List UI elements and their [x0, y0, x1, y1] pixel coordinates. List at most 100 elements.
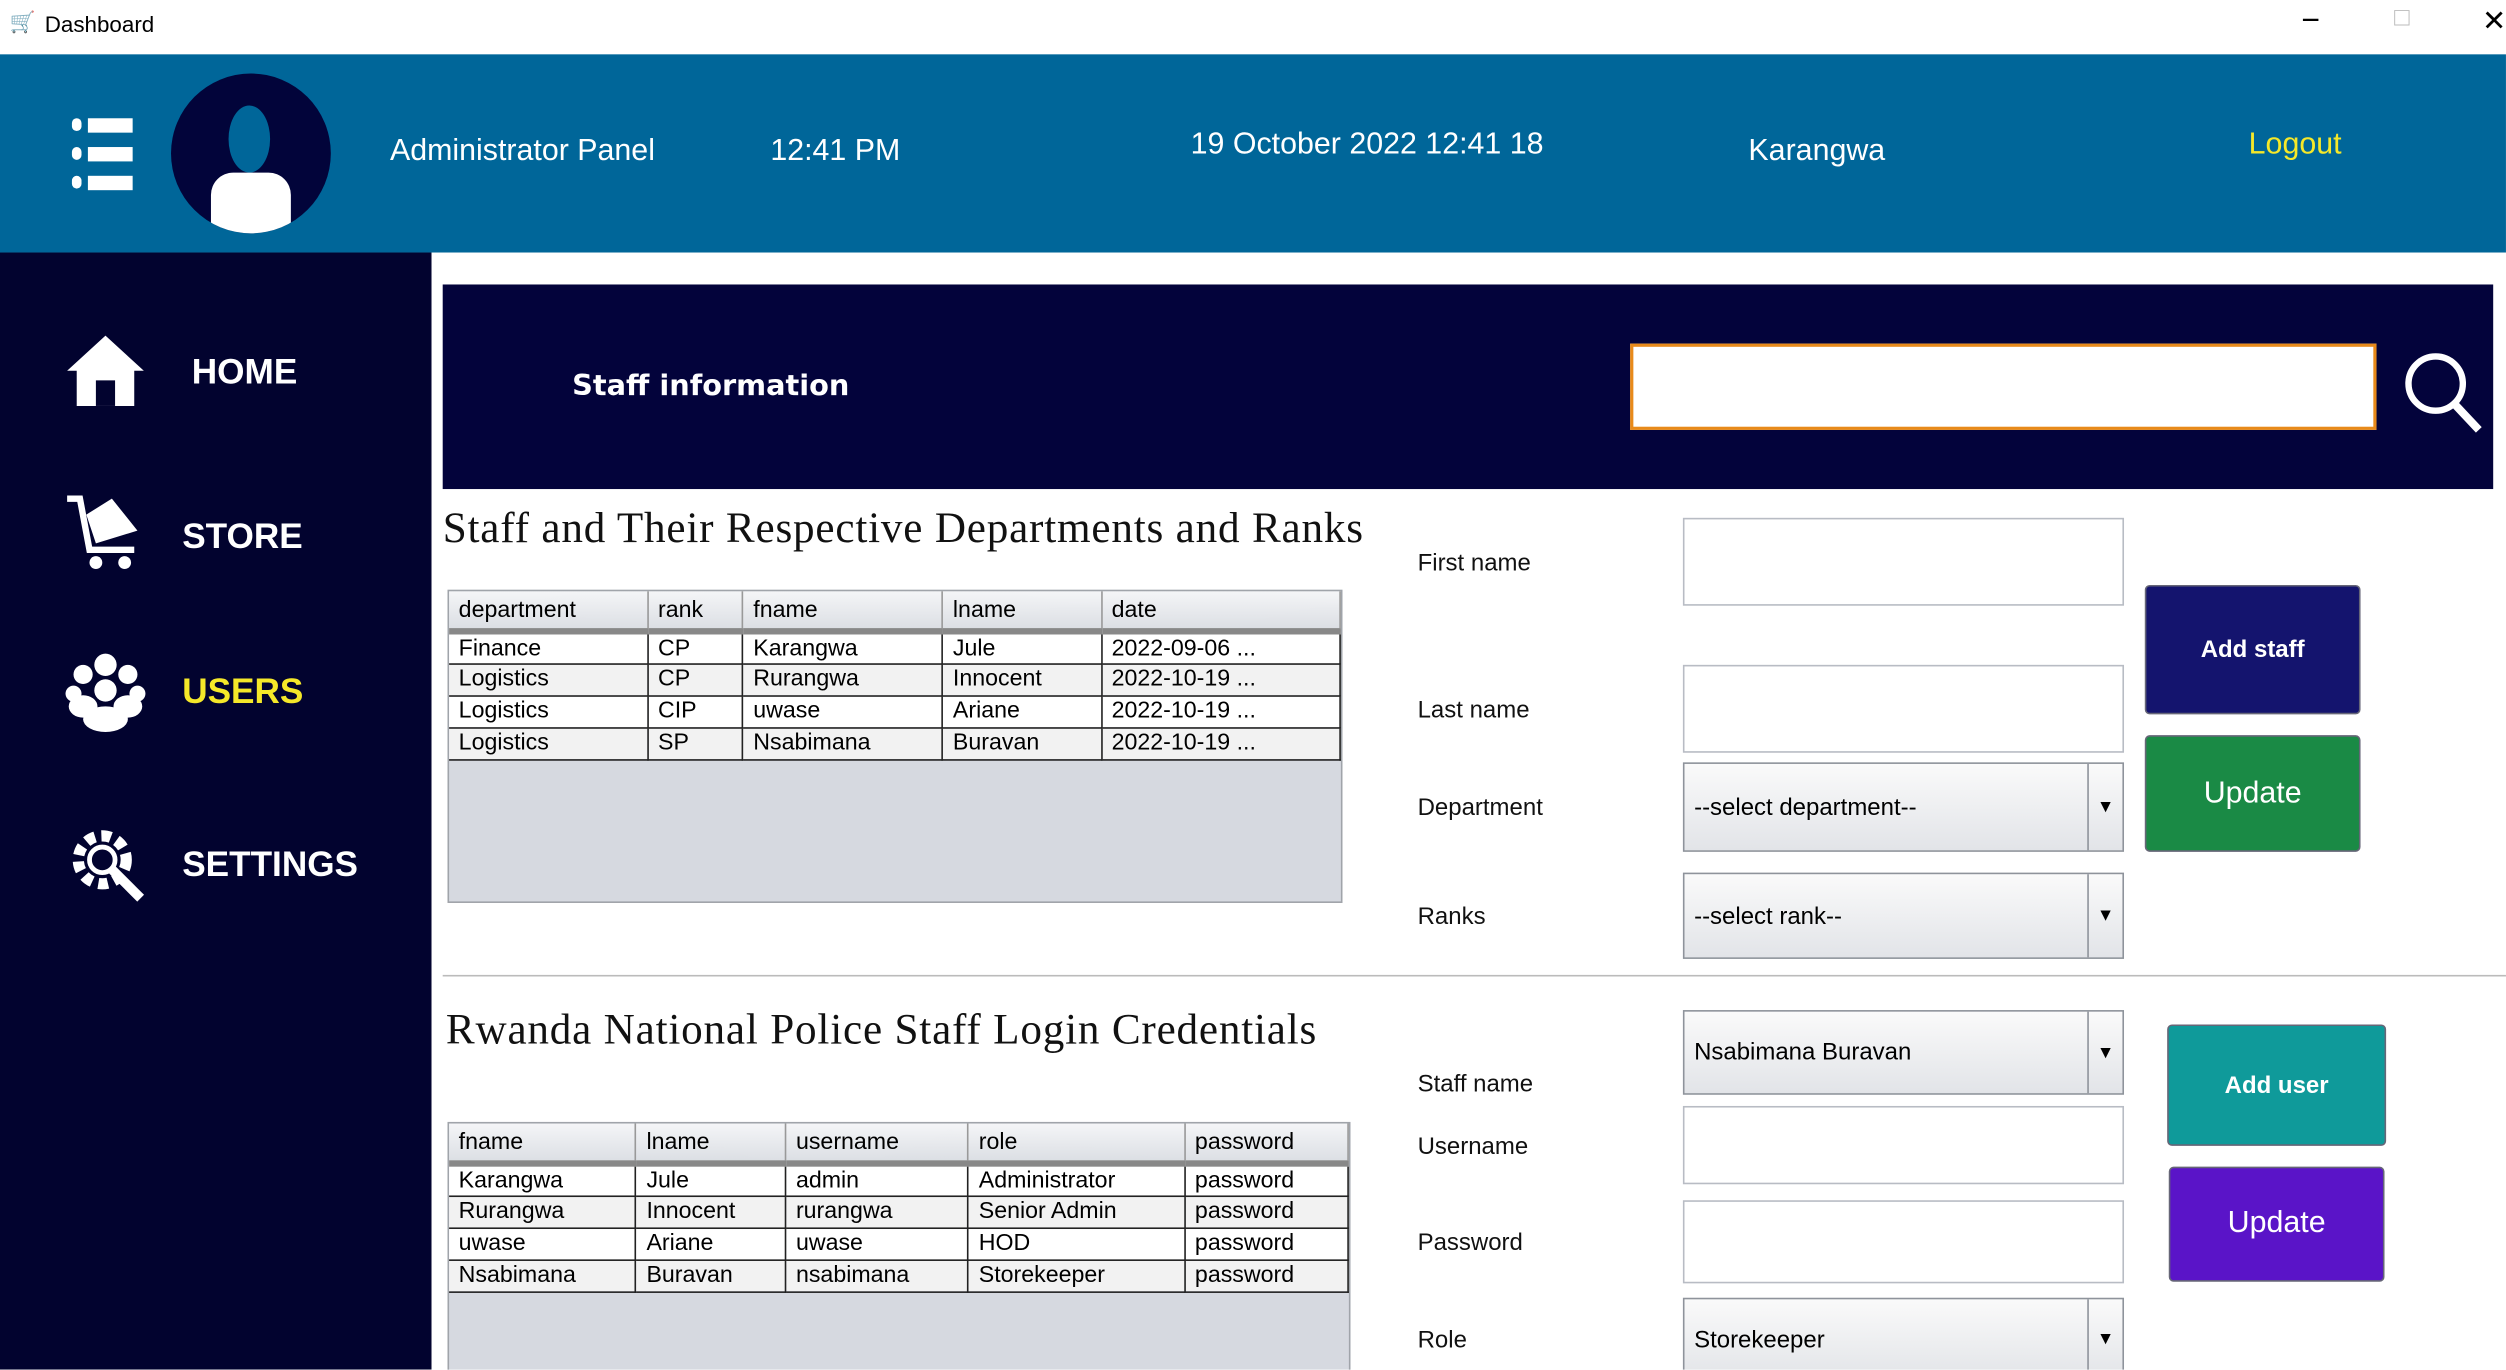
table-cell: Innocent	[942, 663, 1103, 697]
table-cell: uwase	[785, 1227, 970, 1261]
table-row[interactable]: Karangwa Jule admin Administrator password	[449, 1163, 1349, 1197]
table-row[interactable]: Rurangwa Innocent rurangwa Senior Admin pass…	[449, 1195, 1349, 1229]
menu-icon[interactable]	[71, 115, 136, 195]
ranks-label: Ranks	[1417, 902, 1486, 931]
sidebar-item-settings[interactable]: SETTINGS	[61, 821, 413, 904]
password-input[interactable]	[1682, 1200, 2125, 1284]
column-header[interactable]: date	[1101, 591, 1341, 635]
table-cell: CP	[647, 631, 744, 665]
users-icon	[65, 653, 146, 732]
credentials-table[interactable]: fname lname username role password Karangwa Ju…	[447, 1121, 1351, 1370]
staff-info-banner: Staff information	[442, 284, 2494, 490]
role-select[interactable]: Storekeeper ▼	[1682, 1297, 2125, 1370]
add-user-button[interactable]: Add user	[2167, 1024, 2387, 1146]
table-cell: password	[1184, 1259, 1349, 1293]
staff-name-value: Nsabimana Buravan	[1694, 1038, 1912, 1066]
chevron-down-icon: ▼	[2087, 763, 2122, 851]
first-name-label: First name	[1417, 549, 1531, 577]
table-cell: uwase	[742, 695, 944, 728]
username-input[interactable]	[1682, 1105, 2125, 1185]
column-header[interactable]: lname	[942, 591, 1103, 635]
table-cell: Innocent	[636, 1195, 787, 1229]
update-user-button[interactable]: Update	[2168, 1166, 2385, 1282]
date-time: 19 October 2022 12:41 18	[1190, 127, 1544, 162]
department-value: --select department--	[1694, 793, 1917, 821]
credentials-heading: Rwanda National Police Staff Login Crede…	[445, 1005, 1318, 1054]
search-input[interactable]	[1630, 343, 2377, 430]
column-header[interactable]: password	[1184, 1123, 1349, 1167]
rank-value: --select rank--	[1694, 902, 1842, 930]
title-bar: 🛒 Dashboard − □ ✕	[0, 0, 2506, 55]
department-label: Department	[1417, 794, 1543, 822]
cart-icon	[67, 495, 138, 569]
column-header[interactable]: role	[968, 1123, 1186, 1167]
sidebar: HOME STORE USERS SETTINGS	[0, 252, 432, 1370]
table-row[interactable]: Logistics CIP uwase Ariane 2022-10-19 ...	[449, 695, 1341, 728]
banner-title: Staff information	[572, 369, 850, 403]
department-select[interactable]: --select department-- ▼	[1682, 762, 2125, 852]
table-cell: CP	[647, 663, 744, 697]
table-cell: 2022-10-19 ...	[1101, 727, 1341, 760]
table-cell: 2022-10-19 ...	[1101, 663, 1341, 697]
table-cell: admin	[785, 1163, 970, 1197]
table-cell: Rurangwa	[449, 1195, 637, 1229]
column-header[interactable]: department	[449, 591, 649, 635]
table-row[interactable]: Logistics SP Nsabimana Buravan 2022-10-19 ..…	[449, 727, 1341, 760]
update-staff-button[interactable]: Update	[2144, 735, 2361, 852]
table-cell: password	[1184, 1227, 1349, 1261]
staff-heading: Staff and Their Respective Departments a…	[442, 503, 1364, 552]
column-header[interactable]: fname	[449, 1123, 637, 1167]
column-header[interactable]: fname	[742, 591, 944, 635]
table-cell: 2022-10-19 ...	[1101, 695, 1341, 728]
table-cell: password	[1184, 1163, 1349, 1197]
table-cell: Nsabimana	[449, 1259, 637, 1293]
column-header[interactable]: username	[785, 1123, 970, 1167]
table-cell: Jule	[942, 631, 1103, 665]
sidebar-item-store[interactable]: STORE	[61, 492, 381, 575]
table-cell: Logistics	[449, 727, 649, 760]
sidebar-item-users[interactable]: USERS	[61, 649, 381, 732]
table-cell: Nsabimana	[742, 727, 944, 760]
sidebar-item-home[interactable]: HOME	[61, 329, 381, 412]
minimize-button[interactable]: −	[2301, 3, 2320, 40]
chevron-down-icon: ▼	[2087, 1011, 2122, 1094]
cart-icon: 🛒	[9, 9, 36, 34]
table-cell: Finance	[449, 631, 649, 665]
username: Karangwa	[1748, 134, 1886, 168]
table-cell: Logistics	[449, 663, 649, 697]
role-value: Storekeeper	[1694, 1325, 1825, 1353]
header: Administrator Panel 12:41 PM 19 October …	[0, 54, 2506, 253]
rank-select[interactable]: --select rank-- ▼	[1682, 872, 2125, 959]
logout-link[interactable]: Logout	[2249, 128, 2342, 163]
staff-name-label: Staff name	[1417, 1070, 1534, 1098]
table-cell: HOD	[968, 1227, 1186, 1261]
staff-table[interactable]: department rank fname lname date Finance CP Kar…	[447, 589, 1343, 903]
add-staff-button[interactable]: Add staff	[2144, 584, 2361, 715]
close-button[interactable]: ✕	[2482, 5, 2506, 39]
table-cell: Buravan	[942, 727, 1103, 760]
table-cell: Senior Admin	[968, 1195, 1186, 1229]
table-cell: Karangwa	[449, 1163, 637, 1197]
last-name-input[interactable]	[1682, 664, 2125, 753]
table-cell: Jule	[636, 1163, 787, 1197]
table-cell: Logistics	[449, 695, 649, 728]
table-cell: Karangwa	[742, 631, 944, 665]
table-row[interactable]: uwase Ariane uwase HOD password	[449, 1227, 1349, 1261]
window-title: Dashboard	[44, 11, 155, 37]
last-name-label: Last name	[1417, 696, 1530, 724]
search-icon[interactable]	[2400, 348, 2483, 434]
table-row[interactable]: Nsabimana Buravan nsabimana Storekeeper pass…	[449, 1259, 1349, 1293]
staff-name-select[interactable]: Nsabimana Buravan ▼	[1682, 1010, 2125, 1095]
table-cell: uwase	[449, 1227, 637, 1261]
first-name-input[interactable]	[1682, 517, 2125, 606]
table-cell: Rurangwa	[742, 663, 944, 697]
column-header[interactable]: lname	[636, 1123, 787, 1167]
table-row[interactable]: Logistics CP Rurangwa Innocent 2022-10-19 ..…	[449, 663, 1341, 697]
password-label: Password	[1417, 1229, 1523, 1257]
panel-title: Administrator Panel	[389, 134, 655, 168]
maximize-button[interactable]: □	[2394, 5, 2409, 34]
table-row[interactable]: Finance CP Karangwa Jule 2022-09-06 ...	[449, 631, 1341, 665]
column-header[interactable]: rank	[647, 591, 744, 635]
table-cell: 2022-09-06 ...	[1101, 631, 1341, 665]
table-cell: rurangwa	[785, 1195, 970, 1229]
